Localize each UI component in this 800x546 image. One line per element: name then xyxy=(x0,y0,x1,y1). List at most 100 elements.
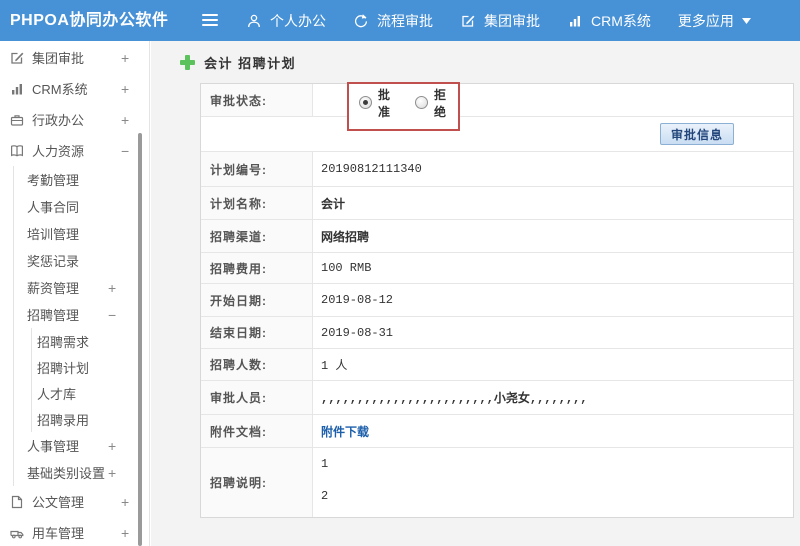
sidebar-item-8[interactable]: 薪资管理 + xyxy=(0,274,149,301)
expand-plus-icon[interactable]: + xyxy=(108,438,116,454)
collapse-minus-icon[interactable]: − xyxy=(121,143,129,159)
car-icon xyxy=(8,525,25,541)
nav-item-label: 集团审批 xyxy=(484,12,540,29)
sidebar-item-3[interactable]: 人力资源 − xyxy=(0,135,149,166)
field-value: 2019-08-12 xyxy=(321,293,394,307)
nav-item-1[interactable]: 个人办公 xyxy=(246,11,326,31)
field-label-cell: 招聘人数: xyxy=(201,349,313,380)
field-value-cell: 2019-08-12 xyxy=(313,284,793,316)
sidebar-item-label: 薪资管理 xyxy=(27,281,80,296)
field-row: 计划编号: 20190812111340 xyxy=(201,152,793,187)
radio-unselected-icon[interactable] xyxy=(415,96,428,109)
field-row: 审批人员: ,,,,,,,,,,,,,,,,,,,,,,,,小尧女,,,,,,,, xyxy=(201,381,793,415)
field-value-cell: 100 RMB xyxy=(313,253,793,283)
sidebar-item-7[interactable]: 奖惩记录 xyxy=(0,247,149,274)
field-value-cell: 20190812111340 xyxy=(313,152,793,186)
sidebar-item-4[interactable]: 考勤管理 xyxy=(0,166,149,193)
sidebar-item-10[interactable]: 招聘需求 xyxy=(0,328,149,354)
field-label: 开始日期: xyxy=(210,293,267,308)
approval-info-button[interactable]: 审批信息 xyxy=(659,123,734,145)
nav-item-label: 更多应用 xyxy=(677,12,734,29)
sidebar-item-label: 人事合同 xyxy=(27,200,80,215)
phpoa-app-window: PHPOA协同办公软件 个人办公 流程审批 集团审批 CRM系统 更多应用 集团审批 + C… xyxy=(0,0,800,546)
field-label-cell: 招聘渠道: xyxy=(201,220,313,252)
expand-plus-icon[interactable]: + xyxy=(121,525,129,541)
sidebar-item-label: 人力资源 xyxy=(32,144,85,159)
sidebar-item-label: 基础类别设置 xyxy=(27,466,106,481)
field-value: 1 人 xyxy=(321,359,348,373)
field-label-cell: 结束日期: xyxy=(201,317,313,348)
sidebar-item-11[interactable]: 招聘计划 xyxy=(0,354,149,380)
field-row: 开始日期: 2019-08-12 xyxy=(201,284,793,317)
sidebar-item-0[interactable]: 集团审批 + xyxy=(0,42,149,73)
sidebar-item-14[interactable]: 人事管理 + xyxy=(0,432,149,459)
field-value-line: 2 xyxy=(321,489,329,503)
nav-item-label: CRM系统 xyxy=(591,12,651,29)
radio-option-label: 批准 xyxy=(378,87,392,119)
field-value-cell: ,,,,,,,,,,,,,,,,,,,,,,,,小尧女,,,,,,,, xyxy=(313,381,793,414)
field-label-cell: 招聘说明: xyxy=(201,448,313,517)
sidebar-menu: 集团审批 + CRM系统 + 行政办公 + 人力资源 − 考勤管理 人事合同 培训管理 奖惩记录 薪资管… xyxy=(0,41,149,546)
field-value-cell: 会计 xyxy=(313,187,793,219)
sidebar-item-label: 招聘录用 xyxy=(37,412,90,428)
sidebar-item-label: 招聘计划 xyxy=(37,360,90,376)
sidebar-item-label: 人才库 xyxy=(37,386,77,402)
approval-info-row: 审批信息 xyxy=(201,117,793,152)
approval-radio-group: 批准 拒绝 xyxy=(349,80,458,125)
field-label-cell: 审批人员: xyxy=(201,381,313,414)
sidebar-item-1[interactable]: CRM系统 + xyxy=(0,73,149,104)
field-row: 招聘人数: 1 人 xyxy=(201,349,793,381)
sidebar-item-label: 培训管理 xyxy=(27,227,80,242)
expand-plus-icon[interactable]: + xyxy=(121,494,129,510)
sidebar-item-label: 集团审批 xyxy=(32,51,85,66)
nav-item-2[interactable]: 流程审批 xyxy=(353,11,433,31)
nav-item-label: 个人办公 xyxy=(270,12,326,29)
attachment-download-link[interactable]: 附件下载 xyxy=(321,423,369,440)
sidebar-item-17[interactable]: 用车管理 + xyxy=(0,517,149,546)
sidebar-item-12[interactable]: 人才库 xyxy=(0,380,149,406)
sidebar-item-label: 行政办公 xyxy=(32,113,85,128)
expand-plus-icon[interactable]: + xyxy=(121,81,129,97)
field-label: 计划名称: xyxy=(210,196,267,211)
hamburger-menu-icon[interactable] xyxy=(202,14,218,26)
bar-chart-icon xyxy=(8,81,25,97)
document-icon xyxy=(8,494,25,510)
field-label-cell: 招聘费用: xyxy=(201,253,313,283)
field-row: 计划名称: 会计 xyxy=(201,187,793,220)
field-value: 20190812111340 xyxy=(321,162,422,176)
top-nav: 个人办公 流程审批 集团审批 CRM系统 更多应用 xyxy=(246,0,751,41)
field-label: 附件文档: xyxy=(210,424,267,439)
field-row: 招聘渠道: 网络招聘 xyxy=(201,220,793,253)
field-value-cell: 12 xyxy=(313,448,793,517)
sidebar-item-9[interactable]: 招聘管理 − xyxy=(0,301,149,328)
approval-form-table: 审批状态: 审批信息 计划编号: 20190812111340 计划名称: 会计 招聘渠… xyxy=(200,83,794,518)
expand-plus-icon[interactable]: + xyxy=(121,50,129,66)
field-label: 计划编号: xyxy=(210,162,267,177)
sidebar-item-2[interactable]: 行政办公 + xyxy=(0,104,149,135)
nav-item-5[interactable]: 更多应用 xyxy=(678,11,751,31)
expand-plus-icon[interactable]: + xyxy=(121,112,129,128)
expand-plus-icon[interactable]: + xyxy=(108,465,116,481)
form-fields: 计划编号: 20190812111340 计划名称: 会计 招聘渠道: 网络招聘 招聘费用:… xyxy=(201,152,793,517)
sidebar-scrollbar[interactable] xyxy=(138,133,142,546)
field-value: 会计 xyxy=(321,197,346,212)
radio-option-1[interactable]: 批准 xyxy=(359,86,402,120)
radio-option-2[interactable]: 拒绝 xyxy=(415,86,458,120)
sidebar-item-16[interactable]: 公文管理 + xyxy=(0,486,149,517)
sidebar-item-15[interactable]: 基础类别设置 + xyxy=(0,459,149,486)
sidebar-item-5[interactable]: 人事合同 xyxy=(0,193,149,220)
field-value-cell: 2019-08-31 xyxy=(313,317,793,348)
nav-item-4[interactable]: CRM系统 xyxy=(567,11,651,31)
collapse-minus-icon[interactable]: − xyxy=(108,307,116,323)
plus-icon xyxy=(180,54,195,70)
expand-plus-icon[interactable]: + xyxy=(108,280,116,296)
field-value-line: 1 xyxy=(321,457,329,471)
field-value: 100 RMB xyxy=(321,261,372,275)
field-label: 招聘说明: xyxy=(210,476,267,490)
sidebar-item-13[interactable]: 招聘录用 xyxy=(0,406,149,432)
field-value-cell: 网络招聘 xyxy=(313,220,793,252)
nav-item-3[interactable]: 集团审批 xyxy=(460,11,540,31)
approval-status-label-cell: 审批状态: xyxy=(201,84,313,116)
radio-selected-icon[interactable] xyxy=(359,96,372,109)
sidebar-item-6[interactable]: 培训管理 xyxy=(0,220,149,247)
